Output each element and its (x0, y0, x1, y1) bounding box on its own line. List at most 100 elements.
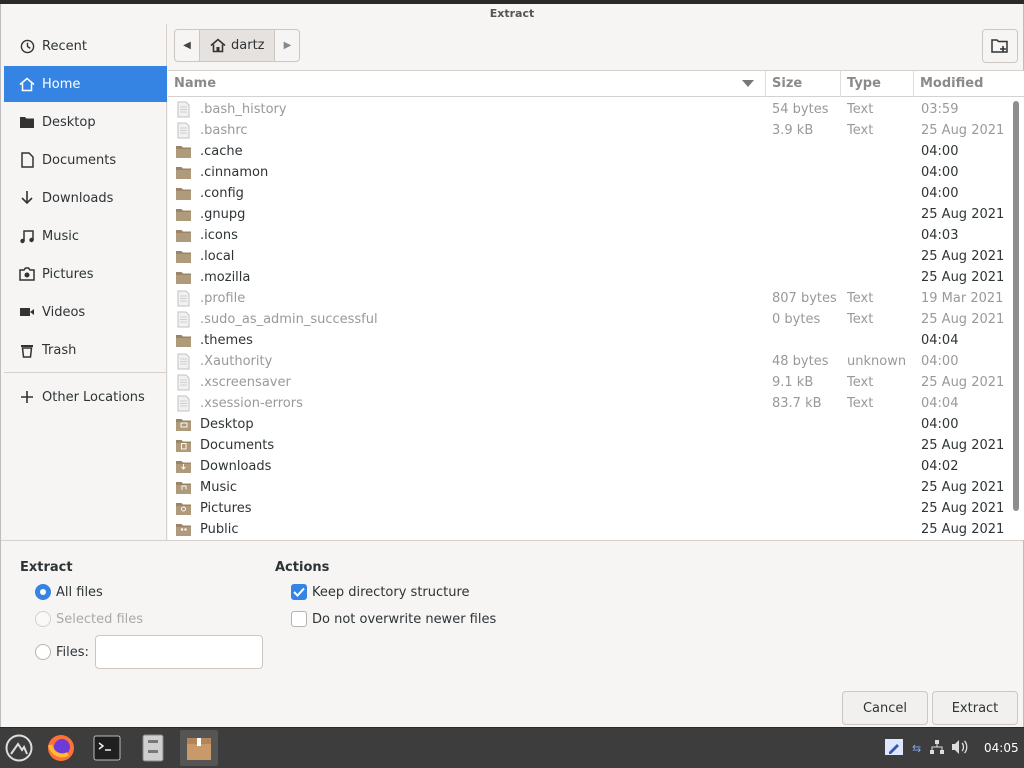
file-size: 48 bytes (772, 354, 829, 369)
selected-files-option: Selected files (35, 611, 143, 627)
path-forward-arrow-icon[interactable]: ▶ (275, 30, 299, 61)
file-row[interactable]: .local 25 Aug 2021 (168, 246, 1024, 267)
document-icon (18, 151, 36, 169)
file-row[interactable]: .xscreensaver 9.1 kB Text 25 Aug 2021 (168, 372, 1024, 393)
file-row[interactable]: .bashrc 3.9 kB Text 25 Aug 2021 (168, 120, 1024, 141)
sidebar-item-downloads[interactable]: Downloads (4, 180, 167, 216)
file-manager-launcher[interactable] (134, 730, 172, 766)
file-row[interactable]: .xsession-errors 83.7 kB Text 04:04 (168, 393, 1024, 414)
file-row[interactable]: .bash_history 54 bytes Text 03:59 (168, 99, 1024, 120)
file-row[interactable]: .Xauthority 48 bytes unknown 04:00 (168, 351, 1024, 372)
menu-button[interactable] (0, 730, 38, 766)
file-row[interactable]: .cache 04:00 (168, 141, 1024, 162)
sidebar-item-label: Recent (42, 38, 87, 54)
keep-structure-option[interactable]: Keep directory structure (291, 584, 470, 600)
folder-icon (176, 230, 191, 242)
file-row[interactable]: .cinnamon 04:00 (168, 162, 1024, 183)
file-name: .bash_history (200, 102, 287, 117)
file-size: 3.9 kB (772, 123, 814, 138)
sidebar-item-music[interactable]: Music (4, 218, 167, 254)
column-header-size[interactable]: Size (765, 71, 840, 97)
file-row[interactable]: Pictures 25 Aug 2021 (168, 498, 1024, 519)
pen-tool-icon[interactable] (884, 738, 904, 760)
file-modified: 25 Aug 2021 (921, 438, 1005, 453)
all-files-radio[interactable] (35, 584, 51, 600)
music-icon (18, 227, 36, 245)
network-icon[interactable] (929, 739, 945, 759)
folder-icon (176, 167, 191, 179)
new-folder-button[interactable] (982, 29, 1018, 63)
files-pattern-radio[interactable] (35, 644, 51, 660)
sidebar-item-other-locations[interactable]: Other Locations (4, 379, 167, 415)
file-type: Text (847, 312, 874, 327)
plus-icon (18, 388, 36, 406)
column-header-type[interactable]: Type (840, 71, 913, 97)
file-row[interactable]: Downloads 04:02 (168, 456, 1024, 477)
sidebar-item-trash[interactable]: Trash (4, 332, 167, 368)
file-modified: 04:00 (921, 417, 959, 432)
file-type: Text (847, 375, 874, 390)
text-file-icon (177, 311, 190, 328)
file-name: .Xauthority (200, 354, 273, 369)
file-name: .cache (200, 144, 243, 159)
file-row[interactable]: .themes 04:04 (168, 330, 1024, 351)
actions-heading: Actions (275, 560, 330, 575)
path-crumb-home[interactable]: dartz (199, 30, 276, 61)
firefox-launcher[interactable] (42, 730, 80, 766)
files-pattern-input[interactable] (95, 635, 263, 669)
all-files-option[interactable]: All files (35, 584, 103, 600)
selected-files-radio (35, 611, 51, 627)
file-row[interactable]: .config 04:00 (168, 183, 1024, 204)
terminal-icon (93, 735, 121, 761)
sidebar-item-home[interactable]: Home (4, 66, 167, 102)
folder-icon (176, 146, 191, 158)
column-header-name[interactable]: Name (168, 71, 765, 97)
volume-icon[interactable] (951, 739, 969, 759)
file-list-scrollbar[interactable] (1013, 101, 1019, 539)
file-row[interactable]: .sudo_as_admin_successful 0 bytes Text 25 A… (168, 309, 1024, 330)
file-row[interactable]: .gnupg 25 Aug 2021 (168, 204, 1024, 225)
file-row[interactable]: Documents 25 Aug 2021 (168, 435, 1024, 456)
sidebar-item-recent[interactable]: Recent (4, 28, 167, 64)
cancel-button[interactable]: Cancel (842, 691, 928, 725)
column-header-modified[interactable]: Modified (913, 71, 1024, 97)
archive-manager-task[interactable] (180, 730, 218, 766)
text-file-icon (177, 290, 190, 307)
download-icon (18, 189, 36, 207)
file-row[interactable]: .icons 04:03 (168, 225, 1024, 246)
sidebar-item-videos[interactable]: Videos (4, 294, 167, 330)
file-name: Desktop (200, 417, 254, 432)
sidebar-item-documents[interactable]: Documents (4, 142, 167, 178)
no-overwrite-checkbox[interactable] (291, 611, 307, 627)
folder-pictures-icon (176, 503, 191, 515)
clock[interactable]: 04:05 (984, 728, 1019, 768)
extract-button[interactable]: Extract (932, 691, 1018, 725)
path-back-arrow-icon[interactable]: ◀ (175, 30, 199, 61)
sidebar-item-pictures[interactable]: Pictures (4, 256, 167, 292)
files-pattern-option[interactable]: Files: (35, 644, 89, 660)
scrollbar-thumb[interactable] (1013, 101, 1019, 511)
firefox-icon (48, 735, 74, 761)
file-size: 0 bytes (772, 312, 821, 327)
file-modified: 04:00 (921, 354, 959, 369)
file-row[interactable]: .mozilla 25 Aug 2021 (168, 267, 1024, 288)
sidebar-item-desktop[interactable]: Desktop (4, 104, 167, 140)
no-overwrite-option[interactable]: Do not overwrite newer files (291, 611, 496, 627)
file-name: .mozilla (200, 270, 251, 285)
terminal-launcher[interactable] (88, 730, 126, 766)
file-row[interactable]: Public 25 Aug 2021 (168, 519, 1024, 540)
keyboard-layout-icon[interactable]: ⇆ (912, 742, 921, 755)
file-cabinet-icon (142, 734, 164, 762)
folder-icon (176, 209, 191, 221)
file-row[interactable]: Desktop 04:00 (168, 414, 1024, 435)
system-tray: ⇆ (884, 728, 969, 768)
selected-files-label: Selected files (56, 611, 144, 627)
keep-structure-checkbox[interactable] (291, 584, 307, 600)
file-row[interactable]: .profile 807 bytes Text 19 Mar 2021 (168, 288, 1024, 309)
file-name: .local (200, 249, 235, 264)
folder-documents-icon (176, 440, 191, 452)
no-overwrite-label: Do not overwrite newer files (312, 611, 497, 627)
file-size: 807 bytes (772, 291, 837, 306)
file-rows: .bash_history 54 bytes Text 03:59 .bashrc 3.9… (168, 99, 1024, 540)
file-row[interactable]: Music 25 Aug 2021 (168, 477, 1024, 498)
